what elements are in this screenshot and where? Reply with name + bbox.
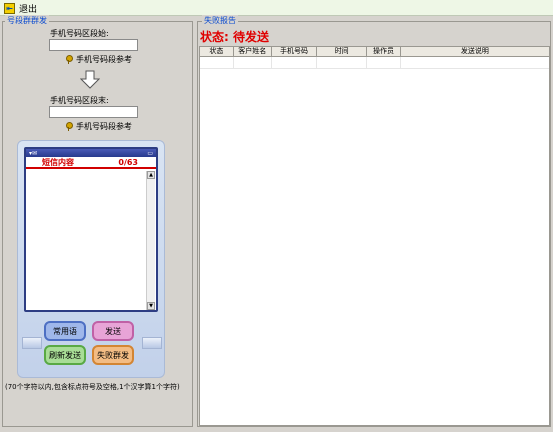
down-arrow-icon <box>80 70 100 89</box>
column-header-operator[interactable]: 操作员 <box>367 47 401 56</box>
common-phrases-button[interactable]: 常用语 <box>44 321 86 341</box>
failure-report-panel: 失败报告 状态: 待发送 状态 客户姓名 手机号码 时间 操作员 发送说明 <box>197 15 551 427</box>
sms-content-header: 短信内容 0/63 <box>26 157 156 169</box>
scroll-up-arrow-icon[interactable]: ▲ <box>147 171 155 179</box>
table-cell <box>317 57 368 68</box>
fail-mass-send-button[interactable]: 失败群发 <box>92 345 134 365</box>
sms-content-title: 短信内容 <box>42 157 74 167</box>
end-segment-input[interactable] <box>49 106 138 118</box>
failure-report-title: 失败报告 <box>202 15 238 27</box>
send-status-label: 状态: 待发送 <box>200 30 269 44</box>
table-row[interactable] <box>200 57 549 69</box>
key-icon <box>65 55 73 64</box>
signal-mail-icon: ▾✉ <box>29 149 38 157</box>
failure-report-table[interactable]: 状态 客户姓名 手机号码 时间 操作员 发送说明 <box>199 46 550 426</box>
start-segment-input[interactable] <box>49 39 138 51</box>
table-cell <box>200 57 234 68</box>
key-icon <box>65 122 73 131</box>
sms-scrollbar[interactable]: ▲ ▼ <box>146 171 155 310</box>
column-header-phone-number[interactable]: 手机号码 <box>272 47 318 56</box>
segment-mass-send-title: 号段群群发 <box>5 15 49 27</box>
phone-screen: ▾✉ ▭ 短信内容 0/63 ▲ ▼ <box>24 147 158 312</box>
exit-label: 退出 <box>19 4 38 15</box>
scroll-down-arrow-icon[interactable]: ▼ <box>147 302 155 310</box>
send-button[interactable]: 发送 <box>92 321 134 341</box>
battery-icon: ▭ <box>147 149 153 157</box>
table-header: 状态 客户姓名 手机号码 时间 操作员 发送说明 <box>200 47 549 57</box>
start-segment-label: 手机号码区段始: <box>50 29 109 38</box>
sms-char-counter: 0/63 <box>118 157 138 167</box>
toolbar: ⇤ 退出 <box>0 0 553 16</box>
exit-icon: ⇤ <box>4 2 15 14</box>
table-cell <box>234 57 272 68</box>
exit-button[interactable]: ⇤ 退出 <box>4 1 37 15</box>
phone-mockup: ▾✉ ▭ 短信内容 0/63 ▲ ▼ 常用语 发送 刷新发送 失败群发 <box>17 140 165 378</box>
table-cell <box>367 57 401 68</box>
column-header-time[interactable]: 时间 <box>317 47 368 56</box>
phone-keypad: 常用语 发送 刷新发送 失败群发 <box>22 317 162 373</box>
refresh-send-button[interactable]: 刷新发送 <box>44 345 86 365</box>
table-cell <box>272 57 318 68</box>
end-segment-label: 手机号码区段末: <box>50 96 109 105</box>
segment-reference-link-2[interactable]: 手机号码段参考 <box>65 121 132 132</box>
segment-mass-send-panel: 号段群群发 手机号码区段始: 手机号码段参考 手机号码区段末: 手机号码段参考 … <box>2 15 193 427</box>
sms-content-textarea[interactable] <box>26 171 147 310</box>
column-header-customer-name[interactable]: 客户姓名 <box>234 47 272 56</box>
keypad-right-wing <box>142 337 162 349</box>
column-header-status[interactable]: 状态 <box>200 47 234 56</box>
column-header-send-note[interactable]: 发送说明 <box>401 47 549 56</box>
segment-reference-label-1: 手机号码段参考 <box>76 55 132 64</box>
sms-length-note: (70个字符以内,包含标点符号及空格,1个汉字算1个字符) <box>5 383 180 391</box>
segment-reference-label-2: 手机号码段参考 <box>76 122 132 131</box>
table-cell <box>401 57 549 68</box>
keypad-left-wing <box>22 337 42 349</box>
segment-reference-link-1[interactable]: 手机号码段参考 <box>65 54 132 65</box>
